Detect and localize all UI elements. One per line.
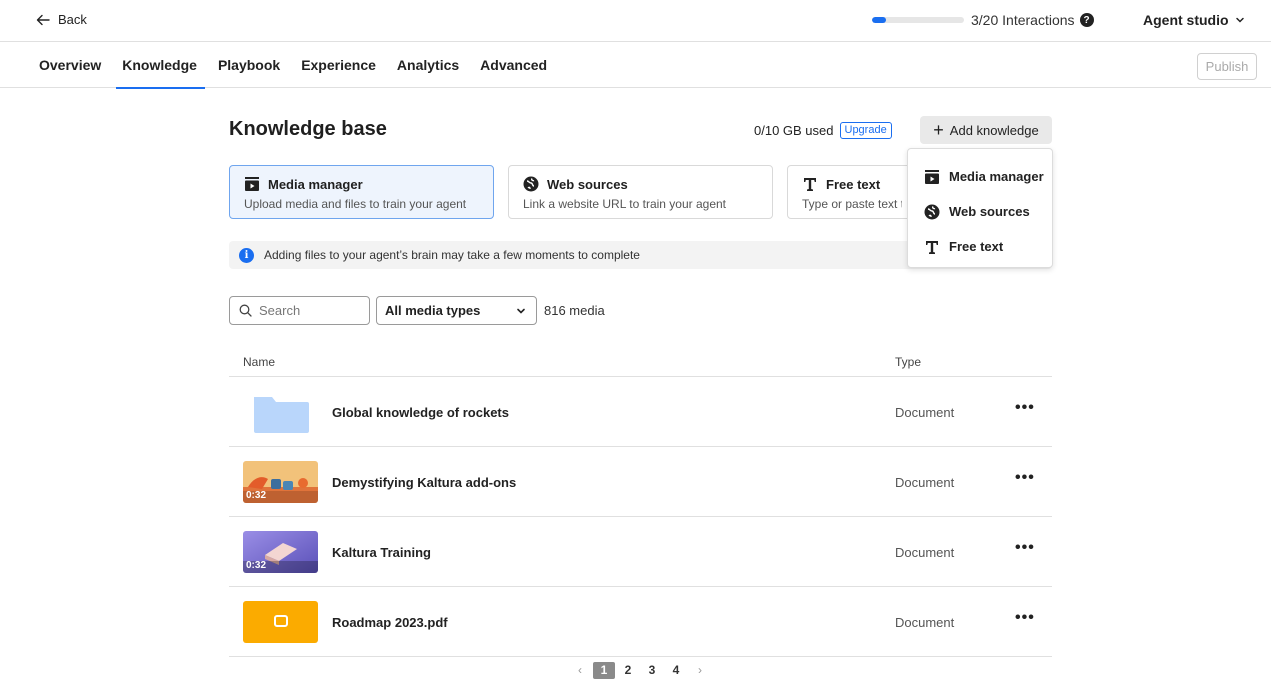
agent-studio-menu[interactable]: Agent studio xyxy=(1143,12,1245,28)
dropdown-item-label: Free text xyxy=(949,239,1004,254)
dropdown-item-label: Media manager xyxy=(949,169,1044,184)
usage-label: 0/10 GB used xyxy=(754,123,834,138)
tab-knowledge[interactable]: Knowledge xyxy=(116,43,205,89)
row-type: Document xyxy=(895,545,955,560)
dropdown-item-free-text[interactable]: Free text xyxy=(908,229,1052,264)
media-type-select[interactable]: All media types xyxy=(376,296,537,325)
interactions-counter: 3/20 Interactions ? xyxy=(971,12,1094,28)
tab-overview[interactable]: Overview xyxy=(39,43,101,88)
row-type: Document xyxy=(895,475,955,490)
back-button[interactable]: Back xyxy=(36,12,87,27)
chevron-down-icon xyxy=(517,308,525,314)
more-options-icon[interactable]: ••• xyxy=(1015,399,1035,417)
table-row[interactable]: Roadmap 2023.pdf Document ••• xyxy=(229,587,1052,657)
media-icon xyxy=(924,169,940,185)
nav-bar: Overview Knowledge Playbook Experience A… xyxy=(0,43,1271,89)
interactions-progress-bar xyxy=(872,17,964,23)
add-knowledge-button[interactable]: + Add knowledge xyxy=(920,116,1052,144)
tab-experience[interactable]: Experience xyxy=(301,43,376,88)
video-duration: 0:32 xyxy=(246,560,267,571)
more-options-icon[interactable]: ••• xyxy=(1015,469,1035,487)
dropdown-item-label: Web sources xyxy=(949,204,1030,219)
chevron-down-icon xyxy=(1235,17,1244,23)
arrow-left-icon xyxy=(36,14,50,25)
source-card-web-sources[interactable]: Web sources Link a website URL to train … xyxy=(508,165,773,219)
help-icon[interactable]: ? xyxy=(1079,13,1094,27)
prev-page-button[interactable]: ‹ xyxy=(568,662,592,679)
page-2-button[interactable]: 2 xyxy=(616,662,640,679)
globe-icon xyxy=(924,204,940,220)
table-row[interactable]: 0:32 Kaltura Training Document ••• xyxy=(229,517,1052,587)
row-type: Document xyxy=(895,615,955,630)
tab-analytics[interactable]: Analytics xyxy=(397,43,459,88)
plus-icon: + xyxy=(933,120,944,140)
agent-studio-label: Agent studio xyxy=(1143,12,1229,28)
page-title: Knowledge base xyxy=(229,118,387,140)
table-row[interactable]: 0:32 Demystifying Kaltura add-ons Docume… xyxy=(229,447,1052,517)
publish-button[interactable]: Publish xyxy=(1197,53,1257,80)
row-name: Demystifying Kaltura add-ons xyxy=(332,475,517,490)
source-card-free-text[interactable]: Free text Type or paste text to xyxy=(787,165,917,219)
page-3-button[interactable]: 3 xyxy=(640,662,664,679)
source-description: Link a website URL to train your agent xyxy=(523,197,726,211)
source-title: Web sources xyxy=(547,176,628,192)
info-icon: i xyxy=(239,247,254,263)
interactions-label: 3/20 Interactions xyxy=(971,12,1075,28)
column-header-type[interactable]: Type xyxy=(895,355,921,369)
source-title: Media manager xyxy=(268,176,363,192)
media-count: 816 media xyxy=(544,303,605,318)
video-duration: 0:32 xyxy=(246,490,267,501)
source-card-media-manager[interactable]: Media manager Upload media and files to … xyxy=(229,165,494,219)
more-options-icon[interactable]: ••• xyxy=(1015,539,1035,557)
source-description: Type or paste text to xyxy=(802,197,902,211)
interactions-progress-fill xyxy=(872,17,886,23)
pdf-thumbnail xyxy=(243,601,318,643)
tab-playbook[interactable]: Playbook xyxy=(218,43,280,88)
table-row[interactable]: Global knowledge of rockets Document ••• xyxy=(229,377,1052,447)
globe-icon xyxy=(523,176,539,192)
source-description: Upload media and files to train your age… xyxy=(244,197,467,211)
add-knowledge-dropdown: Media manager Web sources Free text xyxy=(907,148,1053,268)
media-type-value: All media types xyxy=(385,303,481,318)
row-type: Document xyxy=(895,405,955,420)
search-box xyxy=(229,296,370,325)
add-knowledge-label: Add knowledge xyxy=(949,122,1039,138)
tab-list: Overview Knowledge Playbook Experience A… xyxy=(39,43,568,89)
top-bar: Back 3/20 Interactions ? Agent studio xyxy=(0,0,1271,42)
upgrade-link[interactable]: Upgrade xyxy=(839,122,892,139)
search-input[interactable] xyxy=(259,303,359,318)
tab-advanced[interactable]: Advanced xyxy=(480,43,547,88)
page-1-button[interactable]: 1 xyxy=(593,662,615,679)
column-header-name[interactable]: Name xyxy=(243,355,275,369)
more-options-icon[interactable]: ••• xyxy=(1015,609,1035,627)
storage-usage: 0/10 GB used Upgrade xyxy=(754,122,892,139)
row-name: Roadmap 2023.pdf xyxy=(332,615,448,630)
video-thumbnail: 0:32 xyxy=(243,531,318,573)
row-name: Kaltura Training xyxy=(332,545,431,560)
page-4-button[interactable]: 4 xyxy=(664,662,688,679)
source-title: Free text xyxy=(826,176,881,192)
search-icon xyxy=(239,304,252,317)
back-label: Back xyxy=(58,12,87,27)
folder-icon xyxy=(243,391,318,433)
text-icon xyxy=(924,239,940,255)
media-icon xyxy=(244,176,260,192)
dropdown-item-web-sources[interactable]: Web sources xyxy=(908,194,1052,229)
next-page-button[interactable]: › xyxy=(688,662,712,679)
dropdown-item-media-manager[interactable]: Media manager xyxy=(908,159,1052,194)
row-name: Global knowledge of rockets xyxy=(332,405,509,420)
pagination: ‹ 1 2 3 4 › xyxy=(568,662,712,679)
video-thumbnail: 0:32 xyxy=(243,461,318,503)
text-icon xyxy=(802,176,818,192)
info-message: Adding files to your agent’s brain may t… xyxy=(264,248,640,262)
